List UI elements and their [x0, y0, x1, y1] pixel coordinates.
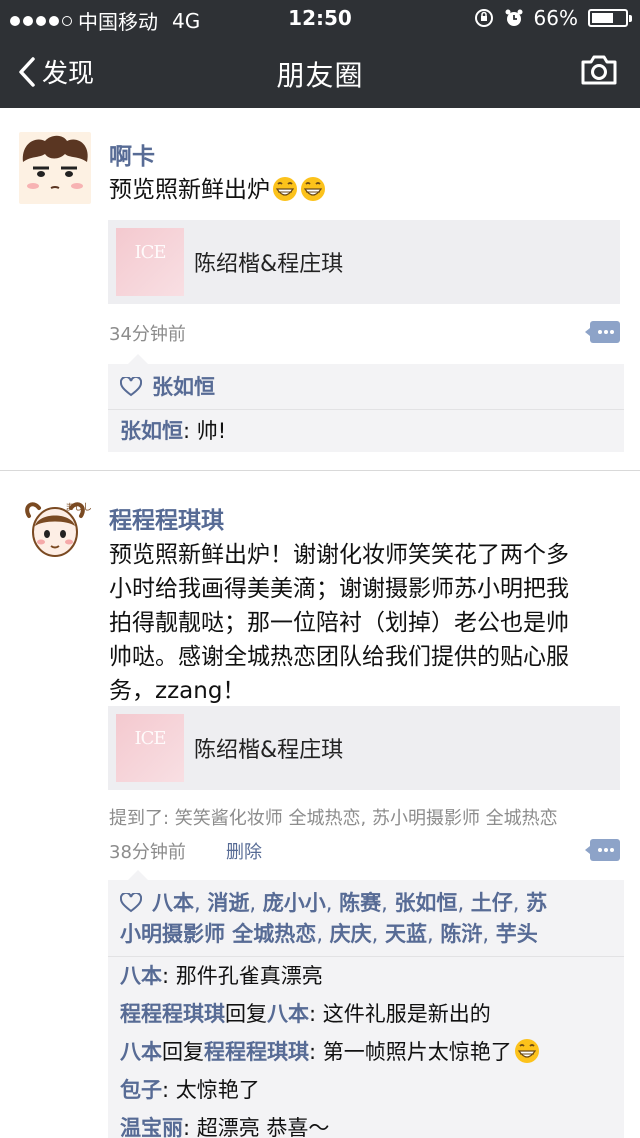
delete-button[interactable]: 删除	[226, 838, 262, 864]
reply-label: 回复	[225, 1002, 267, 1026]
avatar[interactable]	[19, 132, 91, 204]
comment-item[interactable]: 八本: 那件孔雀真漂亮	[108, 957, 624, 995]
like-user[interactable]: 八本	[152, 891, 194, 915]
comment-user[interactable]: 八本	[120, 1040, 162, 1064]
comment-user[interactable]: 温宝丽	[120, 1116, 183, 1138]
post-text: 预览照新鲜出炉！谢谢化妆师笑笑花了两个多 小时给我画得美美滴；谢谢摄影师苏小明把…	[109, 542, 569, 704]
post-author[interactable]: 啊卡	[109, 137, 155, 171]
like-user[interactable]: 土仔	[471, 891, 513, 915]
grin-emoji-icon	[514, 1039, 539, 1063]
grin-emoji-icon	[273, 177, 297, 201]
post-time: 38分钟前	[109, 842, 186, 863]
reply-target-user[interactable]: 程程程琪琪	[204, 1040, 309, 1064]
reply-target-user[interactable]: 八本	[267, 1002, 309, 1026]
like-user[interactable]: 张如恒	[394, 891, 457, 915]
like-user[interactable]: 芋头	[496, 922, 538, 946]
heart-icon	[120, 893, 142, 913]
post-author[interactable]: 程程程琪琪	[109, 501, 224, 535]
avatar[interactable]: ましし	[19, 496, 91, 568]
like-user[interactable]: 小明摄影师 全城热恋	[120, 922, 316, 946]
alarm-icon	[505, 9, 523, 26]
mentioned-users[interactable]: 提到了: 笑笑酱化妆师 全城热恋, 苏小明摄影师 全城热恋	[109, 804, 629, 830]
heart-icon	[120, 377, 142, 397]
like-user[interactable]: 张如恒	[152, 375, 215, 399]
comment-item[interactable]: 包子: 太惊艳了	[108, 1071, 624, 1109]
comment-user[interactable]: 八本	[120, 964, 162, 988]
comment-text: : 超漂亮 恭喜～	[183, 1116, 330, 1138]
comment-user[interactable]: 张如恒	[120, 419, 183, 443]
battery-fill	[592, 13, 613, 23]
link-thumbnail: ICE	[116, 228, 184, 296]
comment-user[interactable]: 包子	[120, 1078, 162, 1102]
post-text: 预览照新鲜出炉	[109, 173, 326, 207]
comment-area: 张如恒 张如恒: 帅!	[108, 354, 624, 452]
link-title: 陈绍楷&程庄琪	[194, 738, 344, 763]
status-bar: 中国移动 4G 12:50 66%	[0, 0, 640, 36]
shared-link-card[interactable]: ICE 陈绍楷&程庄琪	[108, 706, 620, 790]
comment-item[interactable]: 八本回复程程程琪琪: 第一帧照片太惊艳了	[108, 1033, 624, 1071]
comment-area: 八本, 消逝, 庞小小, 陈赛, 张如恒, 土仔, 苏 小明摄影师 全城热恋, …	[108, 870, 624, 1138]
link-title: 陈绍楷&程庄琪	[194, 252, 344, 277]
comment-text: : 第一帧照片太惊艳了	[309, 1040, 512, 1064]
comment-action-button[interactable]	[585, 321, 620, 343]
like-user[interactable]: 陈赛	[339, 891, 381, 915]
like-user[interactable]: 庞小小	[263, 891, 326, 915]
camera-button[interactable]	[580, 54, 618, 90]
comment-item[interactable]: 张如恒: 帅!	[108, 410, 624, 452]
page-title: 朋友圈	[276, 59, 364, 92]
post-time: 34分钟前	[109, 324, 186, 345]
likes-row: 张如恒	[108, 364, 624, 410]
grin-emoji-icon	[301, 177, 325, 201]
svg-text:ましし: ましし	[65, 502, 91, 513]
battery-icon	[588, 9, 632, 27]
comment-item[interactable]: 程程程琪琪回复八本: 这件礼服是新出的	[108, 995, 624, 1033]
comment-text: : 那件孔雀真漂亮	[162, 964, 323, 988]
like-user[interactable]: 苏	[526, 891, 547, 915]
link-thumbnail: ICE	[116, 714, 184, 782]
like-user[interactable]: 庆庆	[330, 922, 372, 946]
battery-percent: 66%	[533, 6, 578, 30]
comment-item[interactable]: 温宝丽: 超漂亮 恭喜～	[108, 1109, 624, 1138]
comment-action-button[interactable]	[585, 839, 620, 861]
rotation-lock-icon	[474, 9, 493, 27]
comment-text: : 帅!	[183, 419, 227, 443]
like-user[interactable]: 陈浒	[440, 922, 482, 946]
shared-link-card[interactable]: ICE 陈绍楷&程庄琪	[108, 220, 620, 304]
comment-text: : 太惊艳了	[162, 1078, 260, 1102]
likes-row: 八本, 消逝, 庞小小, 陈赛, 张如恒, 土仔, 苏 小明摄影师 全城热恋, …	[108, 880, 624, 957]
post-divider	[0, 470, 640, 471]
nav-bar: 发现 朋友圈	[0, 36, 640, 108]
camera-icon	[581, 55, 617, 85]
comment-user[interactable]: 程程程琪琪	[120, 1002, 225, 1026]
reply-label: 回复	[162, 1040, 204, 1064]
comment-text: : 这件礼服是新出的	[309, 1002, 491, 1026]
like-user[interactable]: 天蓝	[385, 922, 427, 946]
like-user[interactable]: 消逝	[207, 891, 249, 915]
